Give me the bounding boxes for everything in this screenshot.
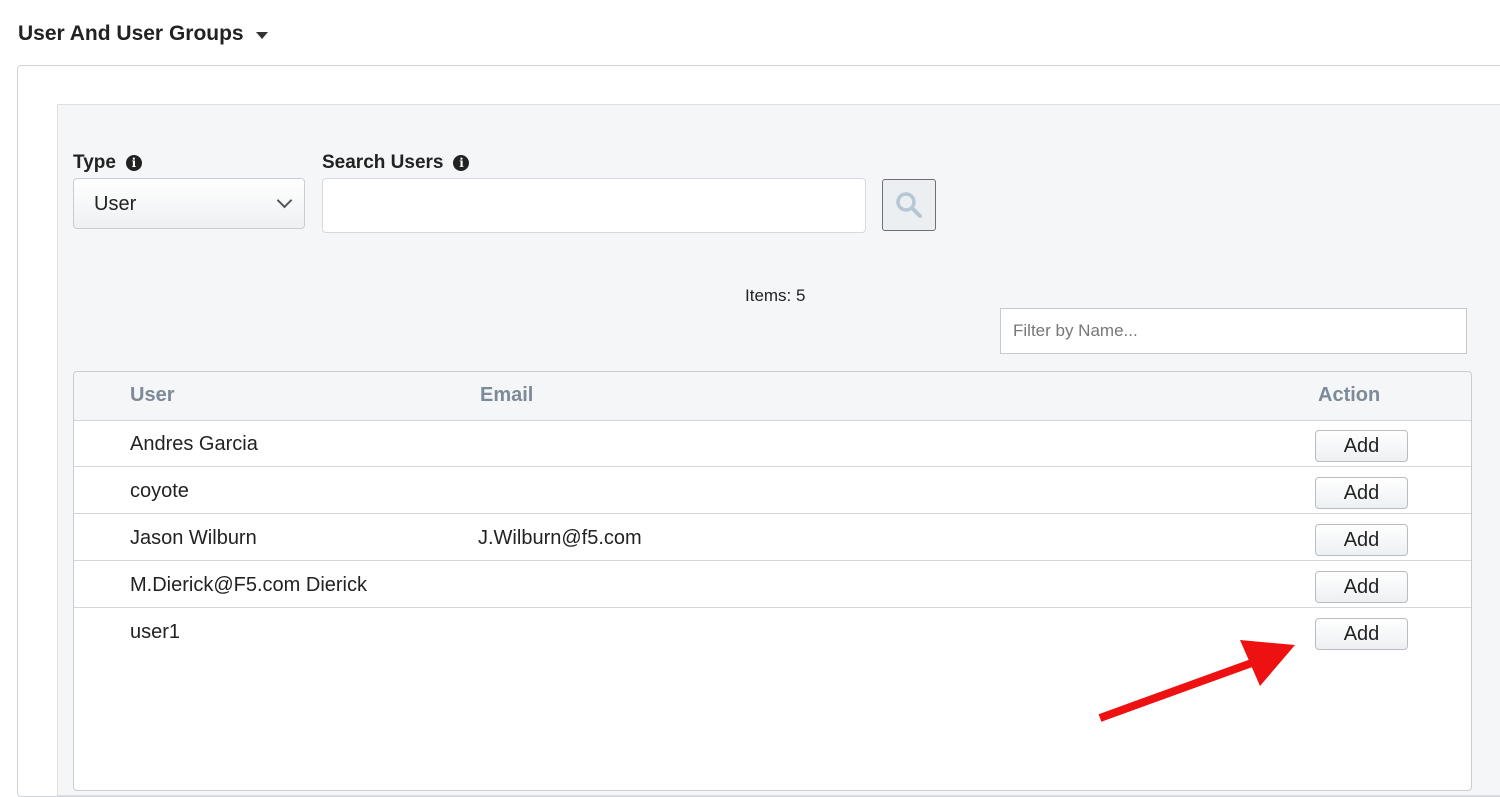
chevron-down-icon bbox=[276, 192, 293, 209]
user-cell: Andres Garcia bbox=[130, 433, 258, 455]
type-select-value: User bbox=[94, 193, 137, 215]
caret-down-icon[interactable] bbox=[255, 31, 268, 39]
search-users-input[interactable] bbox=[322, 178, 866, 233]
user-cell: user1 bbox=[130, 621, 181, 643]
annotation-arrow-icon bbox=[1098, 640, 1295, 722]
header-email[interactable]: Email bbox=[480, 384, 533, 407]
add-button[interactable]: Add bbox=[1315, 477, 1408, 509]
type-select[interactable]: User bbox=[73, 178, 305, 229]
search-icon bbox=[896, 192, 922, 218]
user-cell: coyote bbox=[130, 480, 189, 502]
add-button[interactable]: Add bbox=[1315, 618, 1408, 650]
email-cell: J.Wilburn@f5.com bbox=[478, 527, 642, 549]
add-button[interactable]: Add bbox=[1315, 430, 1408, 462]
info-icon[interactable]: i bbox=[125, 155, 142, 171]
filter-by-name-input[interactable] bbox=[1000, 308, 1467, 354]
table-row: M.Dierick@F5.com Dierick Add bbox=[74, 561, 1471, 608]
items-count: Items: 5 bbox=[745, 286, 806, 305]
info-icon[interactable]: i bbox=[453, 155, 470, 171]
user-cell: Jason Wilburn bbox=[130, 527, 257, 549]
search-button[interactable] bbox=[882, 179, 936, 231]
search-users-label: Search Users bbox=[322, 152, 444, 173]
section-title: User And User Groups bbox=[18, 22, 244, 45]
section-header[interactable]: User And User Groups bbox=[18, 22, 268, 46]
search-users-label-group: Search Users i bbox=[322, 152, 470, 174]
header-action: Action bbox=[1318, 384, 1381, 406]
add-button[interactable]: Add bbox=[1315, 571, 1408, 603]
type-label-group: Type i bbox=[73, 152, 142, 174]
header-user[interactable]: User bbox=[130, 384, 174, 407]
table-header: User Email Action bbox=[74, 372, 1471, 421]
type-label: Type bbox=[73, 152, 116, 173]
add-button[interactable]: Add bbox=[1315, 524, 1408, 556]
table-row: coyote Add bbox=[74, 467, 1471, 514]
table-row: Andres Garcia Add bbox=[74, 420, 1471, 467]
user-cell: M.Dierick@F5.com Dierick bbox=[130, 574, 367, 596]
table-row: Jason Wilburn J.Wilburn@f5.com Add bbox=[74, 514, 1471, 561]
